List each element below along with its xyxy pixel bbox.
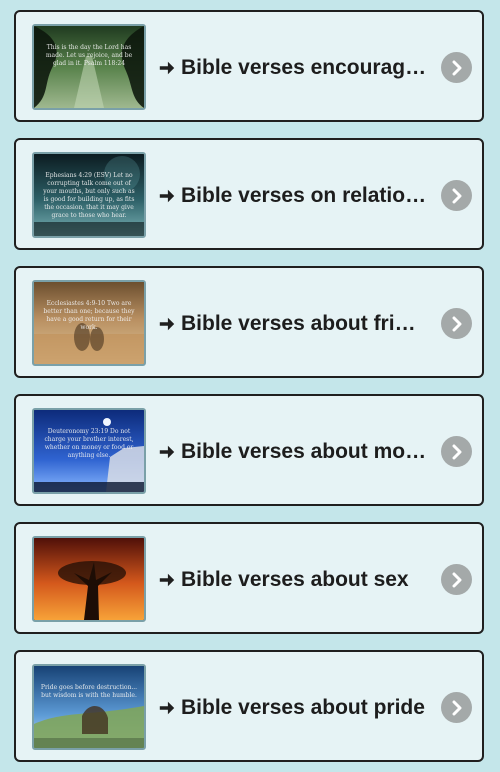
- thumbnail-caption: Ephesians 4:29 (ESV) Let no corrupting t…: [43, 172, 135, 219]
- arrow-right-icon: [159, 701, 175, 715]
- thumbnail-image: [34, 666, 144, 748]
- thumbnail-caption: Ecclesiastes 4:9-10 Two are better than …: [43, 300, 135, 331]
- list-item[interactable]: Ephesians 4:29 (ESV) Let no corrupting t…: [14, 138, 484, 250]
- list-item[interactable]: Deuteronomy 23:19 Do not charge your bro…: [14, 394, 484, 506]
- list-item-title: Bible verses encouraging: [181, 56, 427, 79]
- verse-topic-list: This is the day the Lord has made. Let u…: [0, 0, 500, 772]
- chevron-right-icon[interactable]: [441, 436, 472, 467]
- verse-thumbnail: Ecclesiastes 4:9-10 Two are better than …: [32, 280, 146, 366]
- list-item-title: Bible verses about sex: [181, 568, 409, 591]
- chevron-right-icon[interactable]: [441, 692, 472, 723]
- verse-thumbnail: Deuteronomy 23:19 Do not charge your bro…: [32, 408, 146, 494]
- list-item[interactable]: Bible verses about sex: [14, 522, 484, 634]
- chevron-right-icon[interactable]: [441, 52, 472, 83]
- verse-thumbnail: Pride goes before destruction... but wis…: [32, 664, 146, 750]
- list-item[interactable]: Ecclesiastes 4:9-10 Two are better than …: [14, 266, 484, 378]
- list-item-title: Bible verses on relationships: [181, 184, 427, 207]
- thumbnail-image: [34, 538, 144, 620]
- thumbnail-caption: This is the day the Lord has made. Let u…: [45, 44, 133, 67]
- chevron-right-icon[interactable]: [441, 564, 472, 595]
- arrow-right-icon: [159, 445, 175, 459]
- list-item-title: Bible verses about money: [181, 440, 427, 463]
- arrow-right-icon: [159, 189, 175, 203]
- chevron-right-icon[interactable]: [441, 180, 472, 211]
- list-item-title: Bible verses about friendship: [181, 312, 427, 335]
- list-item[interactable]: This is the day the Lord has made. Let u…: [14, 10, 484, 122]
- verse-thumbnail: [32, 536, 146, 622]
- arrow-right-icon: [159, 317, 175, 331]
- verse-thumbnail: Ephesians 4:29 (ESV) Let no corrupting t…: [32, 152, 146, 238]
- verse-thumbnail: This is the day the Lord has made. Let u…: [32, 24, 146, 110]
- chevron-right-icon[interactable]: [441, 308, 472, 339]
- list-item-title: Bible verses about pride: [181, 696, 425, 719]
- list-item[interactable]: Pride goes before destruction... but wis…: [14, 650, 484, 762]
- arrow-right-icon: [159, 61, 175, 75]
- thumbnail-caption: Deuteronomy 23:19 Do not charge your bro…: [44, 428, 134, 459]
- arrow-right-icon: [159, 573, 175, 587]
- thumbnail-caption: Pride goes before destruction... but wis…: [40, 684, 138, 699]
